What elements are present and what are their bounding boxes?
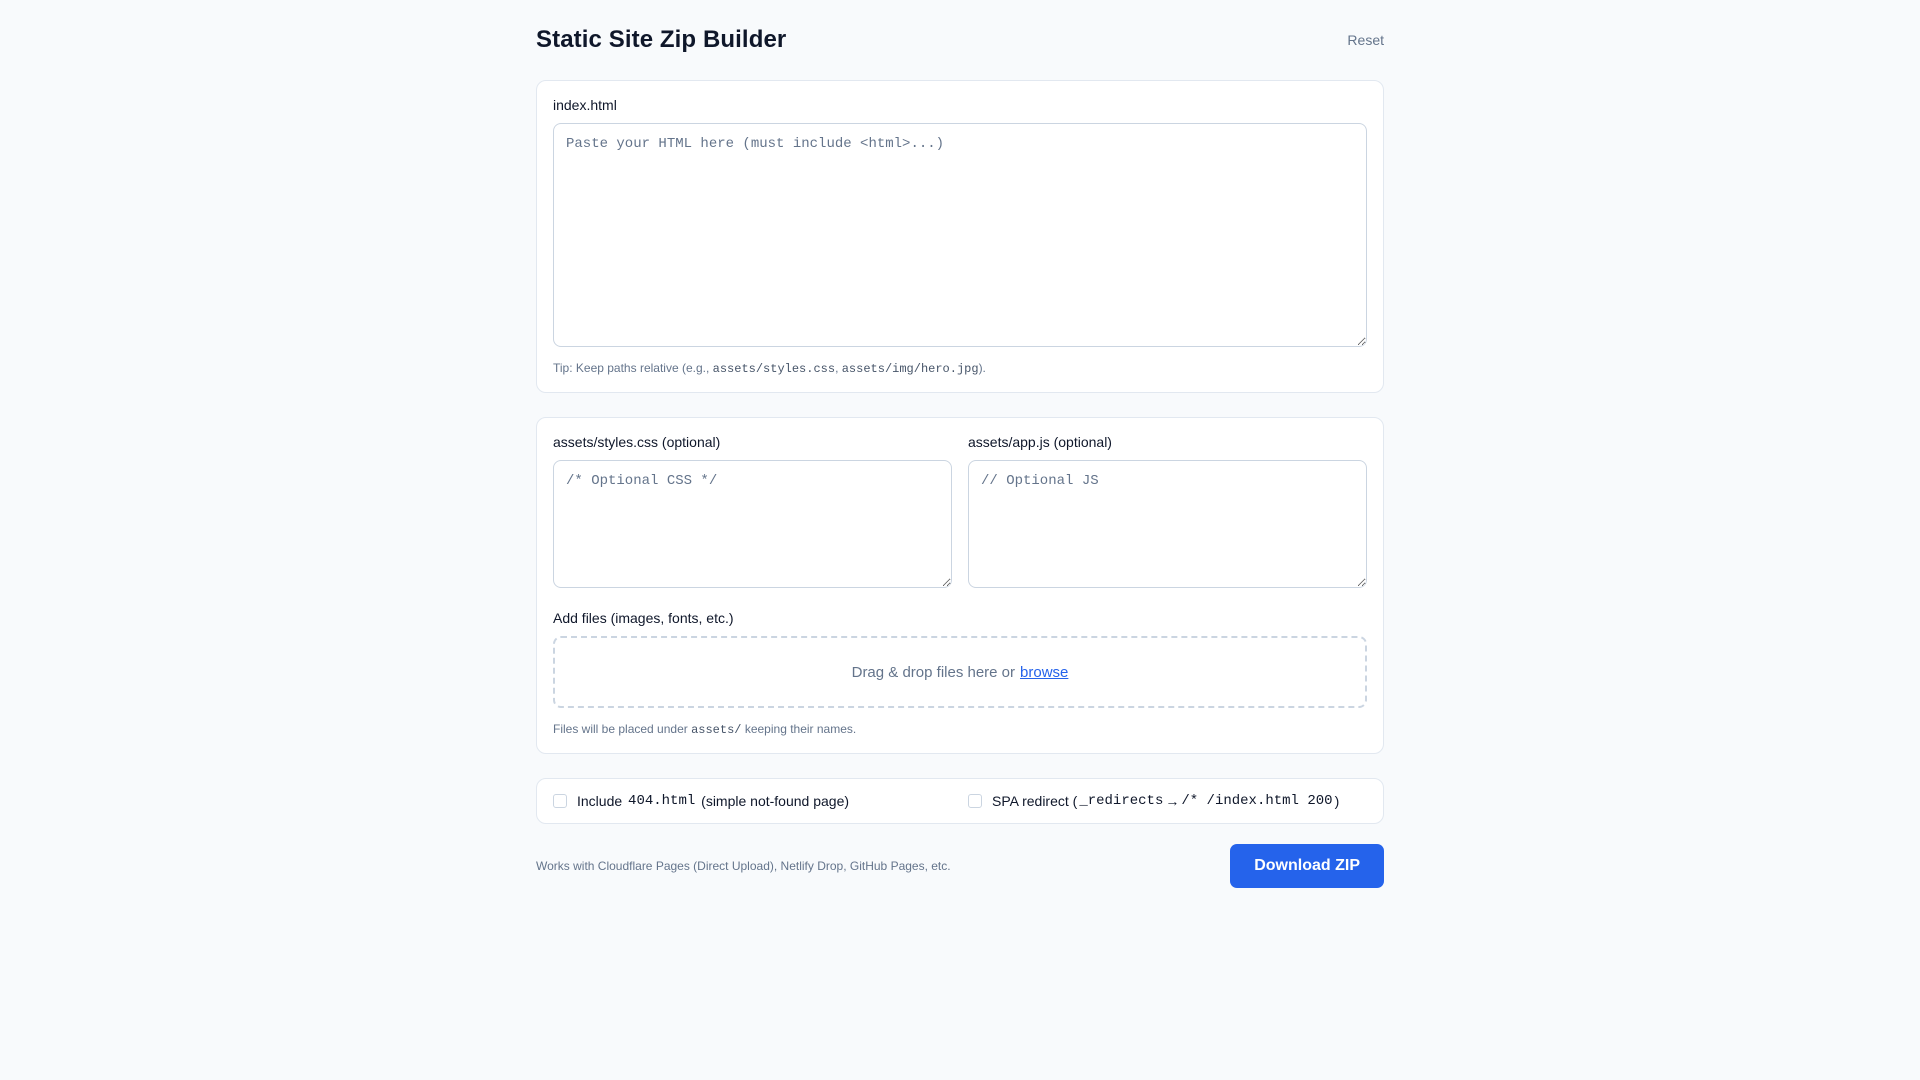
file-dropzone[interactable]: Drag & drop files here or browse — [553, 636, 1367, 708]
arrow-right-icon: → — [1165, 793, 1180, 809]
js-label: assets/app.js (optional) — [968, 434, 1112, 450]
tip-code-hero: assets/img/hero.jpg — [841, 362, 979, 376]
index-html-label: index.html — [553, 97, 617, 113]
js-textarea[interactable] — [968, 460, 1367, 588]
options-card: Include 404.html (simple not-found page)… — [536, 778, 1384, 824]
download-zip-button[interactable]: Download ZIP — [1230, 844, 1384, 888]
tip-prefix: Tip: Keep paths relative (e.g., — [553, 361, 713, 375]
css-label: assets/styles.css (optional) — [553, 434, 721, 450]
files-note-code: assets/ — [691, 723, 742, 737]
html-card: index.html Tip: Keep paths relative (e.g… — [536, 80, 1384, 393]
footer: Works with Cloudflare Pages (Direct Uplo… — [536, 844, 1384, 888]
files-note-suffix: keeping their names. — [741, 722, 857, 736]
assets-card: assets/styles.css (optional) assets/app.… — [536, 417, 1384, 754]
tip-code-styles: assets/styles.css — [712, 362, 836, 376]
spa-redirect-prefix: SPA redirect ( — [992, 793, 1078, 809]
paths-tip: Tip: Keep paths relative (e.g., assets/s… — [553, 361, 1367, 376]
add-files-label: Add files (images, fonts, etc.) — [553, 610, 734, 626]
spa-redirect-code-file: _redirects — [1079, 793, 1164, 809]
include-404-prefix: Include — [577, 793, 623, 809]
spa-redirect-checkbox[interactable] — [968, 794, 982, 808]
index-html-textarea[interactable] — [553, 123, 1367, 347]
dropzone-text: Drag & drop files here or — [851, 663, 1016, 681]
page: Static Site Zip Builder Reset index.html… — [536, 0, 1384, 888]
spa-redirect-suffix: ) — [1334, 793, 1340, 809]
page-title: Static Site Zip Builder — [536, 26, 787, 53]
include-404-suffix: (simple not-found page) — [701, 793, 850, 809]
compatibility-note: Works with Cloudflare Pages (Direct Uplo… — [536, 859, 951, 873]
tip-suffix: ). — [978, 361, 986, 375]
spa-redirect-code-rule: /* /index.html 200 — [1181, 793, 1333, 809]
css-js-columns: assets/styles.css (optional) assets/app.… — [553, 434, 1367, 588]
tip-separator: , — [835, 361, 842, 375]
css-textarea[interactable] — [553, 460, 952, 588]
browse-link[interactable]: browse — [1020, 664, 1068, 681]
js-column: assets/app.js (optional) — [968, 434, 1367, 588]
reset-button[interactable]: Reset — [1347, 32, 1384, 48]
include-404-option[interactable]: Include 404.html (simple not-found page) — [553, 793, 952, 809]
header: Static Site Zip Builder Reset — [536, 24, 1384, 56]
include-404-code: 404.html — [628, 793, 696, 809]
files-note: Files will be placed under assets/ keepi… — [553, 722, 1367, 737]
spa-redirect-option[interactable]: SPA redirect (_redirects →/* /index.html … — [968, 793, 1367, 809]
include-404-checkbox[interactable] — [553, 794, 567, 808]
files-note-prefix: Files will be placed under — [553, 722, 692, 736]
css-column: assets/styles.css (optional) — [553, 434, 952, 588]
